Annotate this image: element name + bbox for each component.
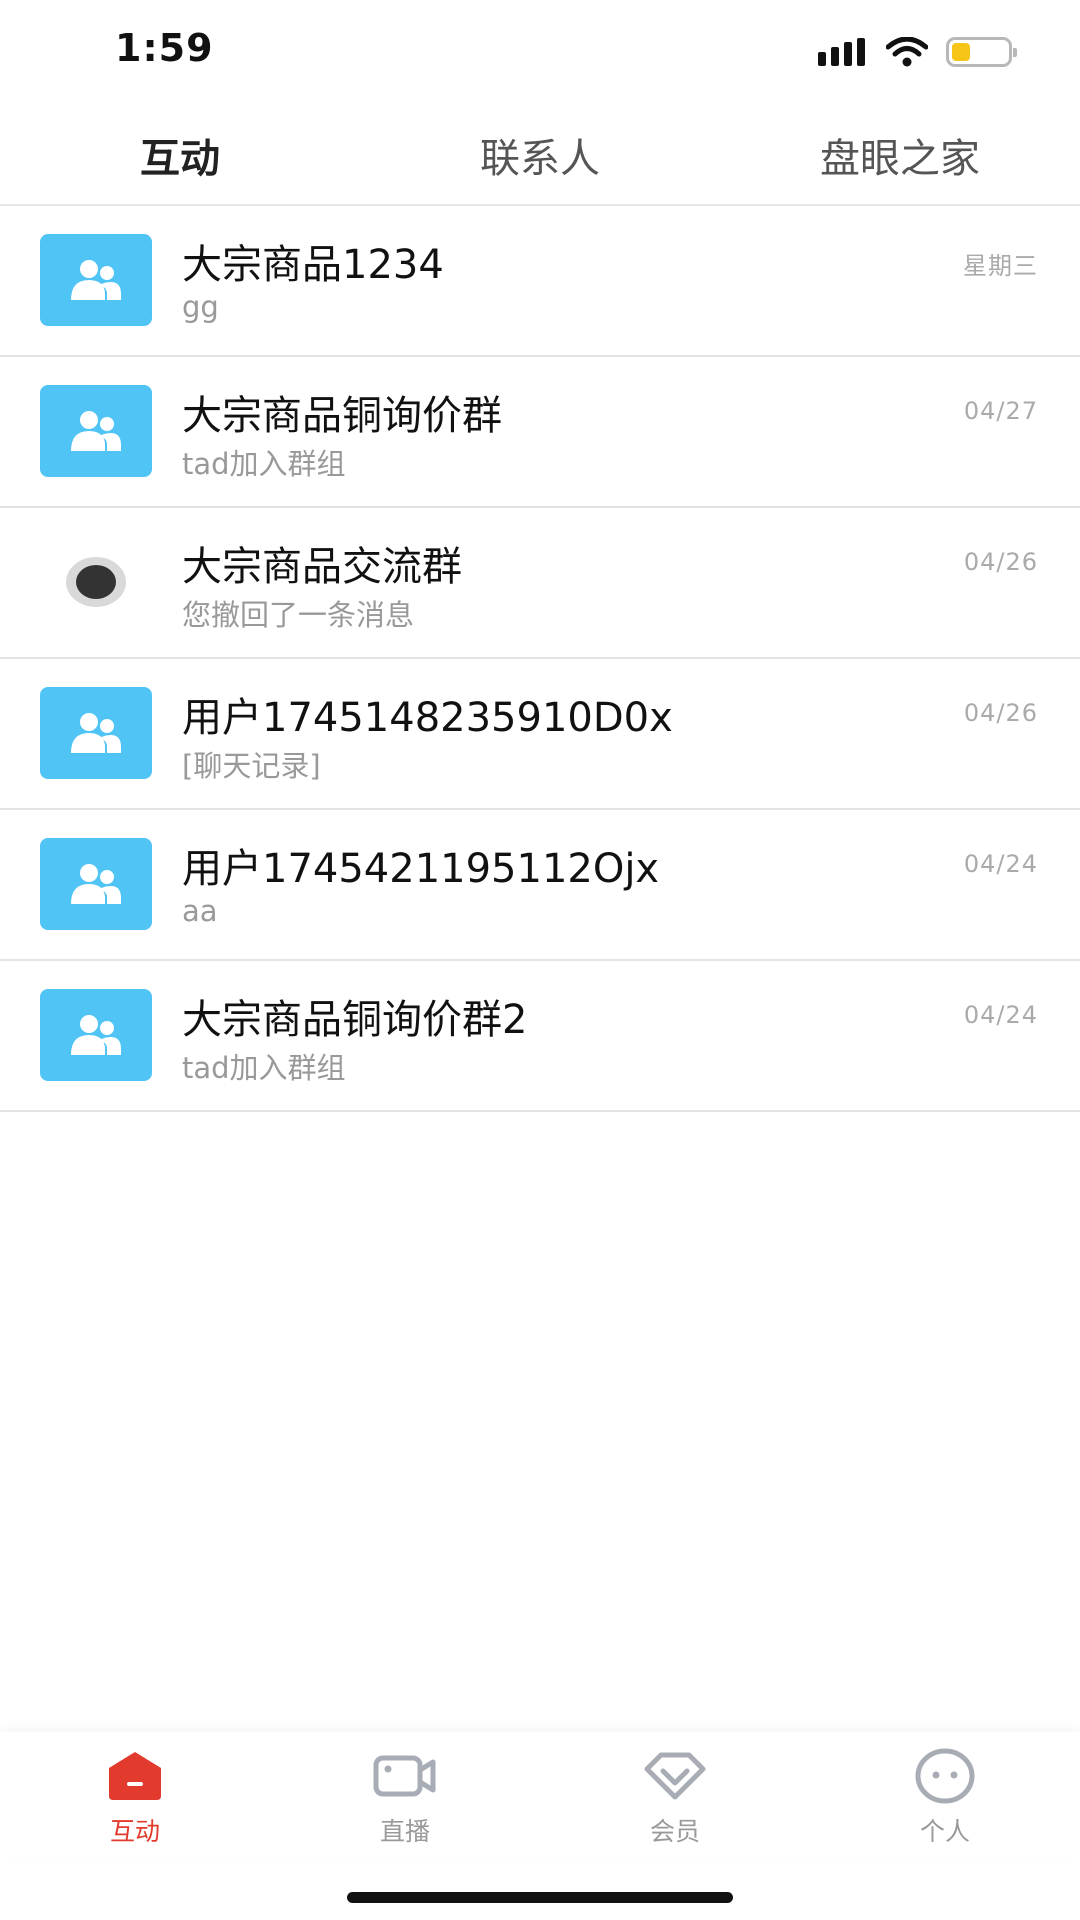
conversation-date: 04/24 (963, 1001, 1038, 1029)
conversation-name: 大宗商品铜询价群 (182, 393, 502, 439)
nav-label: 互动 (109, 1817, 160, 1846)
group-icon (71, 864, 121, 904)
tab-interaction[interactable]: 互动 (0, 126, 360, 184)
nav-profile[interactable]: 个人 (810, 1746, 1080, 1848)
group-icon (71, 713, 121, 753)
conversation-item[interactable]: 用户1745148235910D0x [聊天记录] 04/26 (0, 659, 1080, 810)
nav-label: 直播 (379, 1817, 430, 1846)
nav-label: 会员 (649, 1817, 700, 1846)
wifi-icon (886, 37, 928, 67)
tab-contacts[interactable]: 联系人 (360, 126, 720, 184)
conversation-date: 04/27 (963, 397, 1038, 425)
group-avatar (40, 385, 152, 477)
battery-level (952, 43, 970, 61)
conversation-name: 用户1745421195112Ojx (182, 846, 660, 892)
group-avatar (40, 989, 152, 1081)
conversation-item[interactable]: 大宗商品交流群 您撤回了一条消息 04/26 (0, 508, 1080, 659)
dot-avatar (40, 536, 152, 628)
group-avatar (40, 687, 152, 779)
conversation-name: 大宗商品1234 (182, 242, 444, 288)
group-avatar (40, 838, 152, 930)
dot-icon (66, 557, 126, 607)
status-bar: 1:59 (0, 0, 1080, 100)
group-avatar (40, 234, 152, 326)
conversation-name: 用户1745148235910D0x (182, 695, 673, 741)
nav-membership[interactable]: 会员 (540, 1746, 810, 1848)
battery-icon (946, 37, 1017, 67)
conversation-name: 大宗商品交流群 (182, 544, 462, 590)
conversation-preview: gg (182, 290, 219, 324)
conversation-date: 04/26 (963, 548, 1038, 576)
conversation-date: 星期三 (963, 252, 1038, 280)
conversation-list: 大宗商品1234 gg 星期三 大宗商品铜询价群 tad加入群组 04/27 大… (0, 206, 1080, 1112)
status-time: 1:59 (115, 26, 214, 70)
nav-interaction[interactable]: 互动 (0, 1746, 270, 1848)
conversation-name: 大宗商品铜询价群2 (182, 997, 528, 1043)
home-icon (109, 1752, 161, 1800)
tab-panyan-home[interactable]: 盘眼之家 (720, 126, 1080, 184)
face-icon (915, 1748, 975, 1804)
conversation-preview: [聊天记录] (182, 749, 321, 783)
diamond-icon (644, 1752, 706, 1800)
video-camera-icon (373, 1755, 436, 1797)
bottom-nav: 互动 直播 会员 个人 (0, 1732, 1080, 1862)
conversation-preview: aa (182, 894, 218, 928)
status-icons (818, 32, 1017, 72)
conversation-item[interactable]: 大宗商品铜询价群2 tad加入群组 04/24 (0, 961, 1080, 1112)
group-icon (71, 1015, 121, 1055)
conversation-item[interactable]: 用户1745421195112Ojx aa 04/24 (0, 810, 1080, 961)
conversation-preview: 您撤回了一条消息 (182, 598, 415, 632)
nav-label: 个人 (919, 1817, 970, 1846)
home-indicator (347, 1892, 733, 1903)
conversation-item[interactable]: 大宗商品1234 gg 星期三 (0, 206, 1080, 357)
cellular-signal-icon (818, 38, 865, 66)
group-icon (71, 260, 121, 300)
conversation-preview: tad加入群组 (182, 447, 346, 481)
conversation-preview: tad加入群组 (182, 1051, 346, 1085)
conversation-date: 04/24 (963, 850, 1038, 878)
nav-live[interactable]: 直播 (270, 1746, 540, 1848)
conversation-item[interactable]: 大宗商品铜询价群 tad加入群组 04/27 (0, 357, 1080, 508)
conversation-date: 04/26 (963, 699, 1038, 727)
top-tab-bar: 互动 联系人 盘眼之家 (0, 100, 1080, 206)
group-icon (71, 411, 121, 451)
